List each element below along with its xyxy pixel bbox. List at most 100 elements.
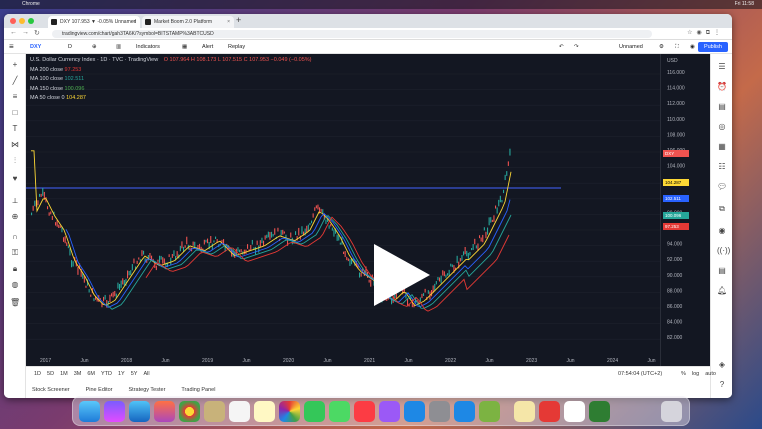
camtasia-icon[interactable] [589, 401, 610, 422]
minimize-window-button[interactable] [19, 18, 25, 24]
video-play-icon[interactable] [366, 240, 436, 310]
streams-icon[interactable]: ⧉ [717, 204, 727, 214]
browser-tab-market[interactable]: Market Boom 2.0 Platform × [142, 16, 234, 28]
skype-icon[interactable] [454, 401, 475, 422]
range-button[interactable]: 5Y [131, 371, 138, 377]
close-tab-icon[interactable]: × [227, 16, 230, 28]
url-input[interactable]: tradingview.com/chart/gah3TA6K/?symbol=B… [52, 30, 652, 38]
timezone-clock[interactable]: 07:54:04 (UTC+2) [618, 371, 662, 377]
fib-icon[interactable]: ≡ [10, 92, 20, 102]
siri-icon[interactable] [104, 401, 125, 422]
panel-tab[interactable]: Trading Panel [181, 387, 215, 393]
browser-tab-chart[interactable]: DXY 107.953 ▼ -0.05% Unnamed × [48, 16, 140, 28]
finder-icon[interactable] [79, 401, 100, 422]
chrome-icon[interactable] [179, 401, 200, 422]
scale-option-button[interactable]: % [681, 371, 686, 377]
indicators-button[interactable]: Indicators [136, 40, 160, 54]
menubar-clock[interactable]: Fri 11:58 [735, 0, 754, 9]
price-chart[interactable]: 2017 Jun 2018 Jun 2019 Jun 2020 Jun 2021 Jun 2022 J… [26, 54, 660, 366]
podcasts-icon[interactable] [379, 401, 400, 422]
help-icon[interactable]: ? [717, 380, 727, 390]
templates-icon[interactable]: ▦ [182, 40, 187, 54]
back-icon[interactable]: ← [10, 29, 17, 36]
range-button[interactable]: 1Y [118, 371, 125, 377]
settings-icon[interactable]: ⚙ [659, 40, 664, 54]
panel-tab[interactable]: Strategy Tester [129, 387, 166, 393]
messages-icon[interactable] [329, 401, 350, 422]
replay-button[interactable]: Replay [228, 40, 245, 54]
zoom-icon[interactable]: ⊕ [10, 212, 20, 222]
app-store-icon[interactable] [404, 401, 425, 422]
notes-icon[interactable] [514, 401, 535, 422]
range-button[interactable]: 1D [34, 371, 41, 377]
calendar2-icon[interactable]: ▤ [717, 266, 727, 276]
game-app-icon[interactable] [479, 401, 500, 422]
crosshair-icon[interactable]: + [10, 60, 20, 70]
slack-icon[interactable] [564, 401, 585, 422]
compare-icon[interactable]: ⊕ [92, 40, 97, 54]
news-icon[interactable] [539, 401, 560, 422]
redo-icon[interactable]: ↷ [574, 40, 579, 54]
trendline-icon[interactable]: ╱ [10, 76, 20, 86]
hide-icon[interactable]: ◍ [10, 280, 20, 290]
undo-icon[interactable]: ↶ [559, 40, 564, 54]
ideas-icon[interactable]: ☷ [717, 162, 727, 172]
photos-icon[interactable] [279, 401, 300, 422]
range-button[interactable]: 3M [74, 371, 82, 377]
bell-icon[interactable]: 🔔︎ [717, 286, 727, 296]
legend-row[interactable]: MA 200 close 97.253 [30, 66, 312, 76]
menu-icon[interactable]: ≡ [9, 40, 14, 54]
magnet-icon[interactable]: ∩ [10, 232, 20, 242]
projection-icon[interactable]: ⫶ [10, 156, 20, 166]
lock-drawings-icon[interactable]: ⚿ [10, 248, 20, 258]
hotlists-icon[interactable]: ◎ [717, 122, 727, 132]
pattern-icon[interactable]: ⋈ [10, 140, 20, 150]
range-button[interactable]: YTD [101, 371, 112, 377]
screenshot-icon[interactable] [429, 401, 450, 422]
trash-icon[interactable]: 🗑︎ [10, 298, 20, 308]
stickies-icon[interactable] [254, 401, 275, 422]
price-scale[interactable]: 116.000114.000112.000110.000108.000106.0… [660, 54, 710, 366]
chat-icon[interactable]: 💬︎ [717, 182, 727, 192]
panel-tab[interactable]: Stock Screener [32, 387, 70, 393]
layers-icon[interactable]: ◈ [717, 360, 727, 370]
range-button[interactable]: All [143, 371, 149, 377]
lock-icon[interactable]: 🔒︎ [10, 264, 20, 274]
range-button[interactable]: 5D [47, 371, 54, 377]
music-icon[interactable] [354, 401, 375, 422]
range-button[interactable]: 6M [87, 371, 95, 377]
safari-icon[interactable] [129, 401, 150, 422]
range-button[interactable]: 1M [60, 371, 68, 377]
symbol-search-button[interactable]: DXY [30, 40, 41, 54]
reload-icon[interactable]: ↻ [34, 29, 40, 37]
favorite-tools-icon[interactable]: ♥ [10, 174, 20, 184]
data-window-icon[interactable]: ▤ [717, 102, 727, 112]
extension-icons[interactable]: ☆◉⧉⋮ [687, 29, 724, 37]
text-icon[interactable]: T [10, 124, 20, 134]
measure-icon[interactable]: ⟂ [10, 196, 20, 206]
alerts-icon[interactable]: ⏰ [717, 82, 727, 92]
shape-icon[interactable]: □ [10, 108, 20, 118]
legend-row[interactable]: MA 50 close 0 104.287 [30, 94, 312, 104]
calendar-icon[interactable]: ▦ [717, 142, 727, 152]
facetime-icon[interactable] [304, 401, 325, 422]
scale-option-button[interactable]: auto [705, 371, 716, 377]
notes-app-icon[interactable] [204, 401, 225, 422]
notifications-icon[interactable]: ◉ [717, 226, 727, 236]
chart-type-icon[interactable]: ▥ [116, 40, 121, 54]
zoom-window-button[interactable] [28, 18, 34, 24]
fullscreen-icon[interactable]: ⛶ [675, 40, 679, 54]
new-tab-icon[interactable]: + [236, 15, 241, 25]
publish-button[interactable]: Publish [697, 42, 728, 52]
close-window-button[interactable] [10, 18, 16, 24]
scale-option-button[interactable]: log [692, 371, 699, 377]
close-tab-icon[interactable]: × [133, 16, 136, 28]
signals-icon[interactable]: ((·)) [717, 246, 730, 256]
layout-name-button[interactable]: Unnamed [619, 40, 643, 54]
trash-bin-icon[interactable] [661, 401, 682, 422]
alert-button[interactable]: Alert [202, 40, 213, 54]
interval-button[interactable]: D [68, 40, 72, 54]
menubar-app-name[interactable]: Chrome [22, 1, 40, 7]
snapshot-icon[interactable]: ◉ [690, 40, 695, 54]
legend-row[interactable]: MA 100 close 102.511 [30, 75, 312, 85]
